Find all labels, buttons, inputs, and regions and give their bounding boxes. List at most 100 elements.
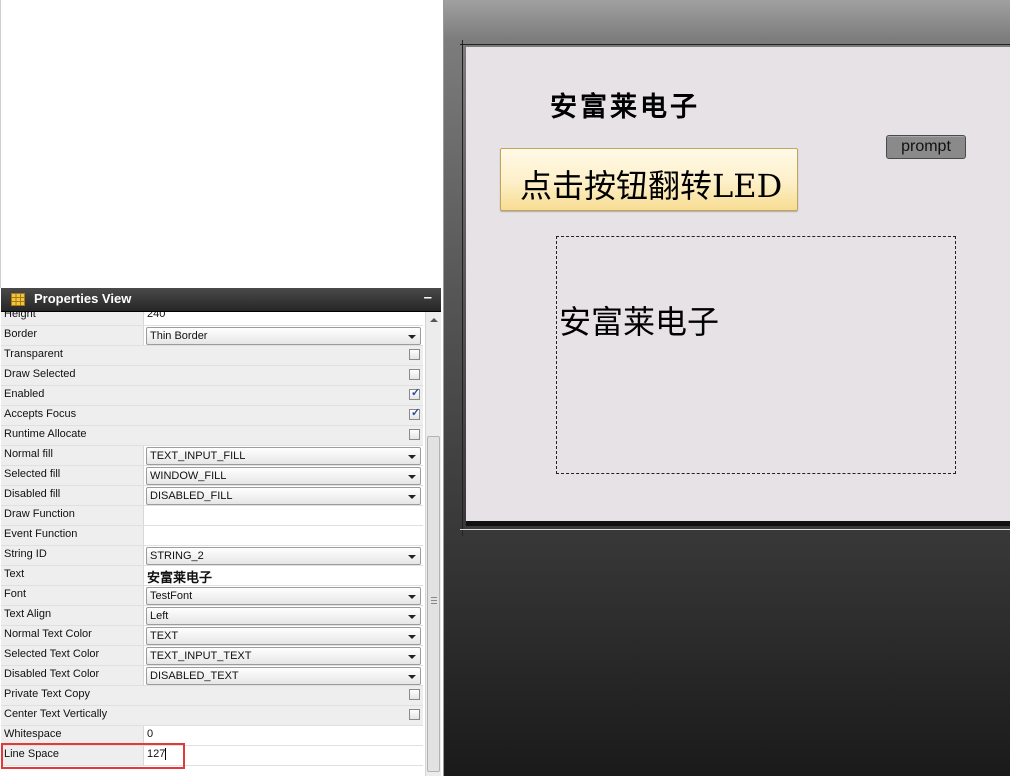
property-row-string-id: String ID STRING_2 (1, 546, 423, 566)
properties-view-title: Properties View (34, 291, 132, 306)
selected-text-color-dropdown[interactable]: TEXT_INPUT_TEXT (146, 647, 421, 665)
property-label-cell: Selected Text Color (1, 646, 144, 665)
property-label-cell: Normal fill (1, 446, 144, 465)
property-label-cell: Whitespace (1, 726, 144, 745)
accepts-focus-checkbox[interactable]: ✓ (409, 407, 420, 420)
property-row-disabled-text-color: Disabled Text Color DISABLED_TEXT (1, 666, 423, 686)
property-row-font: Font TestFont (1, 586, 423, 606)
properties-view-header: Properties View – (1, 288, 441, 312)
scrollbar-thumb[interactable] (427, 436, 440, 772)
property-value-cell[interactable]: TEXT (144, 626, 423, 645)
blank-panel (0, 0, 443, 288)
whitespace-field[interactable]: 0 (147, 728, 153, 740)
property-row-whitespace: Whitespace 0 (1, 726, 423, 746)
normal-text-color-dropdown[interactable]: TEXT (146, 627, 421, 645)
properties-scrollbar[interactable] (425, 312, 441, 776)
property-label: Enabled (4, 388, 45, 400)
property-value-cell[interactable]: TEXT_INPUT_FILL (144, 446, 423, 465)
scroll-grip-icon (431, 597, 437, 604)
property-label: Text Align (4, 608, 52, 620)
prompt-button-label: prompt (901, 138, 951, 155)
property-value-cell[interactable] (144, 526, 423, 545)
properties-table: Height 240 Border Thin Border Transparent Dra… (1, 312, 423, 776)
property-value-cell[interactable]: TestFont (144, 586, 423, 605)
property-value-cell[interactable]: STRING_2 (144, 546, 423, 565)
design-canvas-area: 安富莱电子 prompt 点击按钮翻转LED 安富莱电子 (444, 0, 1010, 776)
property-label-cell: Private Text Copy (1, 686, 423, 705)
disabled-fill-dropdown[interactable]: DISABLED_FILL (146, 487, 421, 505)
ruler-top-line (460, 44, 1010, 45)
property-value-cell[interactable] (144, 506, 423, 525)
draw-selected-checkbox[interactable] (409, 369, 420, 380)
left-pane: Properties View – Height 240 Border Thin Bo… (0, 0, 444, 776)
property-value-cell[interactable]: WINDOW_FILL (144, 466, 423, 485)
property-row-line-space: Line Space 127 (1, 746, 423, 766)
property-label-cell: Draw Function (1, 506, 144, 525)
transparent-checkbox[interactable] (409, 349, 420, 360)
selected-fill-selected-value: WINDOW_FILL (150, 470, 227, 482)
property-label-cell: Transparent (1, 346, 423, 365)
window-canvas[interactable]: 安富莱电子 prompt 点击按钮翻转LED 安富莱电子 (466, 47, 1010, 526)
normal-fill-selected-value: TEXT_INPUT_FILL (150, 450, 246, 462)
property-value-cell[interactable]: Thin Border (144, 326, 423, 345)
property-label-cell: Accepts Focus (1, 406, 423, 425)
property-value-cell[interactable]: 0 (144, 726, 423, 745)
font-selected-value: TestFont (150, 590, 193, 602)
property-label: Whitespace (4, 728, 62, 740)
property-label: String ID (4, 548, 47, 560)
property-row-draw-selected: Draw Selected (1, 366, 423, 386)
font-dropdown[interactable]: TestFont (146, 587, 421, 605)
selected-fill-dropdown[interactable]: WINDOW_FILL (146, 467, 421, 485)
toggle-led-button[interactable]: 点击按钮翻转LED (500, 148, 798, 211)
property-label-cell: Disabled Text Color (1, 666, 144, 685)
property-value-cell[interactable]: Left (144, 606, 423, 625)
ruler-bottom-line (460, 529, 1010, 530)
border-dropdown[interactable]: Thin Border (146, 327, 421, 345)
property-value-cell[interactable]: DISABLED_FILL (144, 486, 423, 505)
text-field[interactable]: 安富莱电子 (147, 567, 212, 586)
minimize-button[interactable]: – (424, 289, 432, 306)
property-label: Draw Function (4, 508, 75, 520)
private-text-copy-checkbox[interactable] (409, 689, 420, 700)
property-label: Transparent (4, 348, 63, 360)
property-label: Text (4, 568, 25, 580)
multiline-text-box[interactable]: 安富莱电子 (556, 236, 956, 474)
scroll-up-arrow-icon[interactable] (430, 318, 438, 322)
normal-fill-dropdown[interactable]: TEXT_INPUT_FILL (146, 447, 421, 465)
string-id-dropdown[interactable]: STRING_2 (146, 547, 421, 565)
prompt-button[interactable]: prompt (886, 135, 966, 159)
center-text-vertically-checkbox[interactable] (409, 709, 420, 720)
border-selected-value: Thin Border (150, 330, 208, 342)
property-row-disabled-fill: Disabled fill DISABLED_FILL (1, 486, 423, 506)
runtime-allocate-checkbox[interactable] (409, 429, 420, 440)
property-value-cell[interactable]: 127 (144, 746, 423, 765)
property-label: Border (4, 328, 38, 340)
line-space-field[interactable]: 127 (147, 748, 165, 760)
property-label-cell: Normal Text Color (1, 626, 144, 645)
property-value-cell[interactable]: 240 (144, 312, 423, 325)
disabled-text-color-selected-value: DISABLED_TEXT (150, 670, 239, 682)
property-row-border: Border Thin Border (1, 326, 423, 346)
property-row-event-function: Event Function (1, 526, 423, 546)
selected-text-color-selected-value: TEXT_INPUT_TEXT (150, 650, 252, 662)
normal-text-color-selected-value: TEXT (150, 630, 179, 642)
canvas-title-text[interactable]: 安富莱电子 (550, 85, 700, 124)
property-label: Disabled Text Color (4, 668, 100, 680)
property-row-accepts-focus: Accepts Focus ✓ (1, 406, 423, 426)
checkmark-icon: ✓ (411, 387, 421, 399)
property-row-selected-text-color: Selected Text Color TEXT_INPUT_TEXT (1, 646, 423, 666)
property-label-cell: Text Align (1, 606, 144, 625)
property-label-cell: Height (1, 312, 144, 325)
enabled-checkbox[interactable]: ✓ (409, 387, 421, 400)
property-label: Selected Text Color (4, 648, 100, 660)
text-align-dropdown[interactable]: Left (146, 607, 421, 625)
property-label-cell: Line Space (1, 746, 144, 765)
property-value-cell[interactable]: 安富莱电子 (144, 566, 423, 586)
property-label: Normal fill (4, 448, 53, 460)
property-value-cell[interactable]: DISABLED_TEXT (144, 666, 423, 685)
property-value-cell[interactable]: TEXT_INPUT_TEXT (144, 646, 423, 665)
property-label: Selected fill (4, 468, 61, 480)
chevron-down-icon (408, 475, 416, 479)
height-field[interactable]: 240 (147, 312, 165, 320)
disabled-text-color-dropdown[interactable]: DISABLED_TEXT (146, 667, 421, 685)
